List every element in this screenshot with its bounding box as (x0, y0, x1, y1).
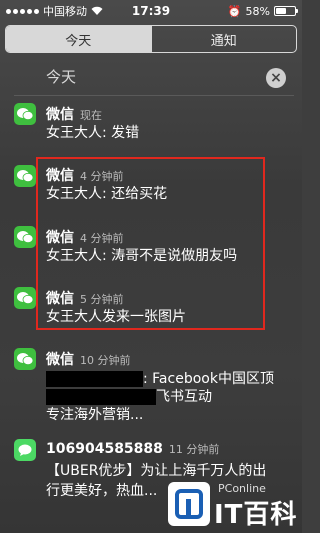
time-ago: 现在 (80, 109, 102, 122)
section-title: 今天 (46, 68, 77, 86)
wechat-icon (14, 226, 36, 248)
time-ago: 10 分钟前 (80, 354, 131, 367)
notification-text: 女王大人: 还给买花 (46, 186, 168, 202)
app-name: 微信 (46, 352, 74, 368)
wechat-icon (14, 287, 36, 309)
notification-text: 专注海外营销... (46, 407, 144, 423)
time-ago: 4 分钟前 (80, 232, 124, 245)
wechat-icon (14, 103, 36, 125)
wechat-icon (14, 165, 36, 187)
app-name: 微信 (46, 291, 74, 307)
close-icon[interactable]: × (266, 68, 286, 88)
notification-text: 【UBER优步】为让上海千万人的出 (46, 463, 267, 479)
watermark: PConline IT百科 (164, 480, 298, 530)
time-ago: 5 分钟前 (80, 293, 124, 306)
notification-text: 女王大人发来一张图片 (46, 309, 186, 325)
messages-icon (14, 439, 36, 461)
clock: 17:39 (131, 4, 171, 18)
pconline-logo-icon (168, 482, 210, 526)
app-name: 106904585888 (46, 441, 163, 457)
tab-switcher: 今天 通知 (5, 25, 297, 53)
divider (14, 95, 294, 96)
tab-today[interactable]: 今天 (6, 26, 151, 52)
wechat-icon (14, 348, 36, 370)
status-bar: 中国移动 17:39 ⏰ 58% (0, 0, 302, 22)
notification-text: 女王大人: 发错 (46, 125, 140, 141)
battery-icon (274, 6, 298, 16)
watermark-name: IT百科 (214, 500, 298, 530)
app-name: 微信 (46, 107, 74, 123)
notification-text: 行更美好，热血... (46, 483, 158, 499)
notification-text: : Facebook中国区顶 (143, 371, 274, 387)
time-ago: 11 分钟前 (168, 443, 220, 456)
redaction-bar (46, 371, 143, 387)
redaction-bar (46, 389, 156, 405)
notification-text: 女王大人: 涛哥不是说做朋友吗 (46, 248, 238, 264)
app-name: 微信 (46, 168, 74, 184)
tab-notifications[interactable]: 通知 (150, 26, 297, 52)
time-ago: 4 分钟前 (80, 170, 124, 183)
app-name: 微信 (46, 230, 74, 246)
notification-text: 飞书互动 (156, 389, 212, 405)
